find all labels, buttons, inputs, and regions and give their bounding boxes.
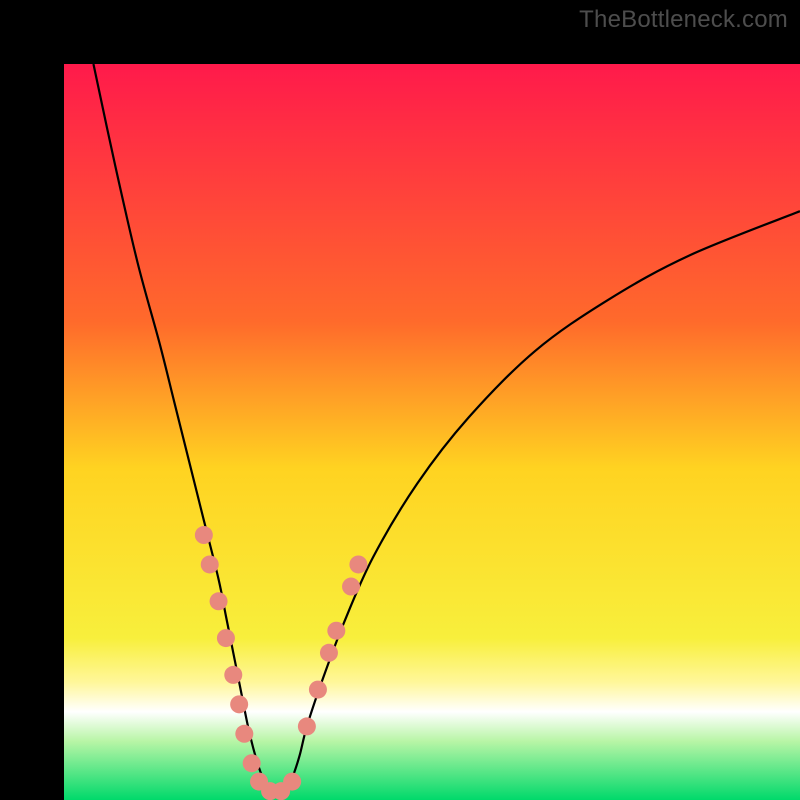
chart-frame <box>0 0 800 800</box>
highlight-dot <box>230 695 248 713</box>
highlight-dot <box>349 555 367 573</box>
highlight-dot <box>298 717 316 735</box>
highlight-dot <box>320 644 338 662</box>
highlight-dot <box>224 666 242 684</box>
chart-background <box>64 64 800 800</box>
highlight-dot <box>235 725 253 743</box>
highlight-dot <box>327 622 345 640</box>
highlight-dot <box>217 629 235 647</box>
highlight-dot <box>201 555 219 573</box>
chart-plot-area <box>64 64 800 800</box>
highlight-dot <box>243 754 261 772</box>
highlight-dot <box>210 592 228 610</box>
watermark-text: TheBottleneck.com <box>579 6 788 34</box>
highlight-dot <box>342 578 360 596</box>
highlight-dot <box>309 681 327 699</box>
highlight-dot <box>283 773 301 791</box>
highlight-dot <box>195 526 213 544</box>
chart-svg <box>64 64 800 800</box>
